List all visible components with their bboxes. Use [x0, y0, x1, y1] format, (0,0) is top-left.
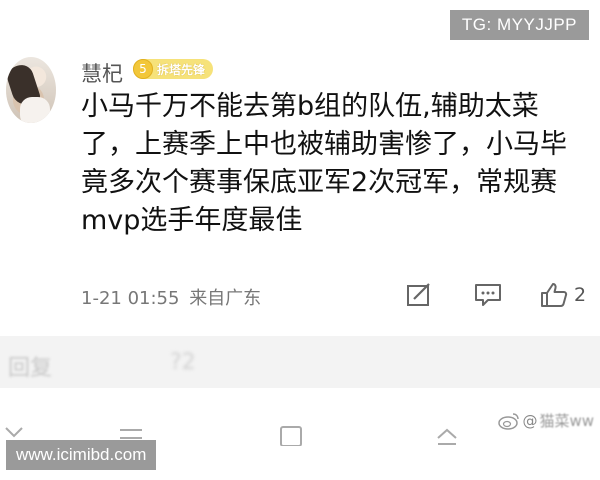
avatar[interactable]: [6, 57, 56, 123]
weibo-logo-icon: [498, 412, 520, 430]
comment-text: 小马千万不能去第b组的队伍,辅助太菜了，上赛季上中也被辅助害惨了，小马毕竟多次个…: [81, 91, 567, 236]
badge-text: 拆塔先锋: [157, 62, 206, 77]
reply-label: 回复: [8, 356, 53, 381]
reply-suffix: ?2: [170, 350, 196, 375]
badge-level: 5: [133, 59, 153, 79]
comment-meta: 1-21 01:55 来自广东: [81, 284, 261, 310]
like-icon: [541, 283, 568, 307]
edit-button[interactable]: [406, 282, 432, 308]
comment-timestamp: 1-21 01:55: [81, 288, 180, 309]
comment-icon: [475, 284, 501, 306]
edit-icon: [407, 283, 430, 306]
username[interactable]: 慧杞: [81, 58, 123, 88]
reply-input-bar[interactable]: 回复 ?2: [0, 336, 600, 388]
nav-recent-icon[interactable]: [432, 424, 462, 446]
watermark-top: TG: MYYJJPP: [449, 10, 589, 40]
comment-source: 来自广东: [189, 288, 262, 309]
weibo-at: @: [522, 411, 538, 430]
weibo-name: 猫菜ww: [539, 412, 594, 430]
nav-home-icon[interactable]: [278, 424, 304, 446]
like-button[interactable]: 2: [540, 282, 586, 308]
fan-badge: 5 拆塔先锋: [133, 59, 214, 79]
weibo-watermark: @ 猫菜ww: [498, 410, 594, 431]
avatar-body: [20, 97, 50, 123]
comment-button[interactable]: [474, 282, 502, 308]
like-count: 2: [574, 284, 587, 306]
watermark-bottom: www.icimibd.com: [6, 440, 157, 470]
